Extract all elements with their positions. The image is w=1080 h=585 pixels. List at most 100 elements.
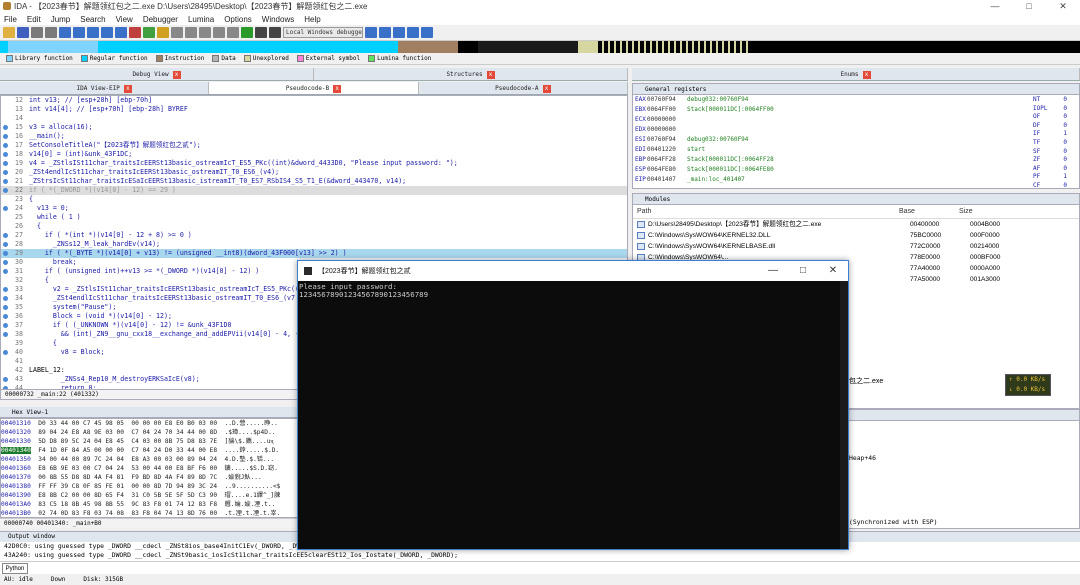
tab-ida-view-eip[interactable]: IDA View-EIP x	[0, 82, 210, 94]
code-line[interactable]: 24 v13 = 0;	[1, 204, 627, 213]
flag-row[interactable]: ZF 0	[1033, 156, 1067, 165]
breakpoint-dot-icon[interactable]	[3, 242, 8, 247]
flag-row[interactable]: DF 0	[1033, 122, 1067, 131]
breakpoint-dot-icon[interactable]	[3, 251, 8, 256]
tool-icon[interactable]	[129, 27, 141, 38]
tool-icon[interactable]	[407, 27, 419, 38]
breakpoint-dot-icon[interactable]	[3, 152, 8, 157]
debugger-select[interactable]: Local Windows debugger	[283, 27, 363, 38]
breakpoint-dot-icon[interactable]	[3, 260, 8, 265]
tool-icon[interactable]	[171, 27, 183, 38]
register-row[interactable]: EDX 00000000	[635, 125, 1079, 135]
col-base[interactable]: Base	[899, 205, 959, 218]
code-line[interactable]: 13 int v14[4]; // [esp+70h] [ebp-28h] BYR…	[1, 105, 627, 114]
breakpoint-dot-icon[interactable]	[3, 179, 8, 184]
console-maximize-button[interactable]: □	[788, 261, 818, 281]
registers-panel[interactable]: General registers EAX 00760F94 debug032:00…	[632, 83, 1080, 189]
console-output[interactable]: Please input password: 123456789012345678…	[298, 281, 848, 301]
minimize-button[interactable]: —	[978, 0, 1012, 13]
console-scrollbar[interactable]	[840, 281, 848, 549]
tool-icon[interactable]	[59, 27, 71, 38]
code-line[interactable]: 28 _ZNSs12_M_leak_hardEv(v14);	[1, 240, 627, 249]
code-line[interactable]: 25 while ( 1 )	[1, 213, 627, 222]
save-icon[interactable]	[17, 27, 29, 38]
tab-debug-view[interactable]: Debug View x	[0, 68, 314, 80]
menu-file[interactable]: File	[4, 15, 17, 24]
tool-icon[interactable]	[199, 27, 211, 38]
breakpoint-dot-icon[interactable]	[3, 170, 8, 175]
tab-pseudocode-a[interactable]: Pseudocode-A x	[419, 82, 628, 94]
code-line[interactable]: 17 SetConsoleTitleA("【2023春节】解题领红包之贰");	[1, 141, 627, 150]
breakpoint-dot-icon[interactable]	[3, 269, 8, 274]
breakpoint-dot-icon[interactable]	[3, 323, 8, 328]
flag-row[interactable]: NT 0	[1033, 96, 1067, 105]
maximize-button[interactable]: □	[1012, 0, 1046, 13]
close-icon[interactable]: x	[333, 85, 342, 93]
register-row[interactable]: EDI 00401220 start	[635, 145, 1079, 155]
close-icon[interactable]: x	[486, 71, 495, 79]
col-size[interactable]: Size	[959, 205, 1019, 218]
console-titlebar[interactable]: 【2023春节】解题领红包之贰 — □ ✕	[298, 261, 848, 281]
menu-search[interactable]: Search	[80, 15, 105, 24]
tool-icon[interactable]	[73, 27, 85, 38]
code-line[interactable]: 18 v14[0] = (int)&unk_43F1DC;	[1, 150, 627, 159]
tool-icon[interactable]	[421, 27, 433, 38]
menu-options[interactable]: Options	[224, 15, 252, 24]
tool-icon[interactable]	[227, 27, 239, 38]
menu-debugger[interactable]: Debugger	[143, 15, 178, 24]
register-row[interactable]: EAX 00760F94 debug032:00760F94	[635, 95, 1079, 105]
close-icon[interactable]: x	[862, 71, 871, 79]
tool-icon[interactable]	[157, 27, 169, 38]
step-out-icon[interactable]	[393, 27, 405, 38]
breakpoint-dot-icon[interactable]	[3, 296, 8, 301]
menu-lumina[interactable]: Lumina	[188, 15, 214, 24]
console-minimize-button[interactable]: —	[758, 261, 788, 281]
flag-row[interactable]: OF 0	[1033, 113, 1067, 122]
register-row[interactable]: ESP 0064FE80 Stack[000011DC]:0064FE80	[635, 165, 1079, 175]
tool-icon[interactable]	[87, 27, 99, 38]
breakpoint-dot-icon[interactable]	[3, 206, 8, 211]
flag-row[interactable]: AF 0	[1033, 165, 1067, 174]
menu-help[interactable]: Help	[304, 15, 320, 24]
close-button[interactable]: ✕	[1046, 0, 1080, 13]
breakpoint-dot-icon[interactable]	[3, 143, 8, 148]
code-line[interactable]: 21 _ZStrsIcSt11char_traitsIcESaIcEERSt13b…	[1, 177, 627, 186]
command-input[interactable]	[30, 563, 1080, 574]
code-line[interactable]: 19 v4 = _ZStlsISt11char_traitsIcEERSt13ba…	[1, 159, 627, 168]
close-icon[interactable]: x	[123, 85, 132, 93]
step-over-icon[interactable]	[379, 27, 391, 38]
module-row[interactable]: D:\Users\28495\Desktop\【2023春节】解题领红包之二.e…	[633, 219, 1079, 230]
tool-icon[interactable]	[143, 27, 155, 38]
col-path[interactable]: Path	[637, 205, 899, 218]
code-line[interactable]: 27 if ( *(int *)(v14[0] - 12 + 8) >= 0 )	[1, 231, 627, 240]
module-row[interactable]: C:\Windows\SysWOW64\KERNEL32.DLL 75BC0000…	[633, 230, 1079, 241]
tab-structures[interactable]: Structures x	[314, 68, 628, 80]
breakpoint-dot-icon[interactable]	[3, 305, 8, 310]
tab-pseudocode-b[interactable]: Pseudocode-B x	[209, 82, 419, 94]
step-into-icon[interactable]	[365, 27, 377, 38]
code-line[interactable]: 12 int v13; // [esp+28h] [ebp-70h]	[1, 96, 627, 105]
open-icon[interactable]	[3, 27, 15, 38]
menu-edit[interactable]: Edit	[27, 15, 41, 24]
pause-icon[interactable]	[255, 27, 267, 38]
menu-windows[interactable]: Windows	[262, 15, 294, 24]
register-row[interactable]: EBP 0064FF28 Stack[000011DC]:0064FF28	[635, 155, 1079, 165]
flag-row[interactable]: IF 1	[1033, 130, 1067, 139]
flag-row[interactable]: IOPL 0	[1033, 105, 1067, 114]
breakpoint-dot-icon[interactable]	[3, 314, 8, 319]
code-line[interactable]: 20 _ZSt4endlIcSt11char_traitsIcEERSt13bas…	[1, 168, 627, 177]
breakpoint-dot-icon[interactable]	[3, 377, 8, 382]
navigation-band[interactable]	[0, 41, 1080, 53]
close-icon[interactable]: x	[172, 71, 181, 79]
code-line[interactable]: 16 __main();	[1, 132, 627, 141]
code-line[interactable]: 15 v3 = alloca(16);	[1, 123, 627, 132]
flag-row[interactable]: SF 0	[1033, 148, 1067, 157]
menu-view[interactable]: View	[116, 15, 133, 24]
breakpoint-dot-icon[interactable]	[3, 350, 8, 355]
tool-icon[interactable]	[101, 27, 113, 38]
flag-row[interactable]: CF 0	[1033, 182, 1067, 188]
flag-row[interactable]: PF 1	[1033, 173, 1067, 182]
forward-icon[interactable]	[45, 27, 57, 38]
code-line[interactable]: 14	[1, 114, 627, 123]
tab-enums[interactable]: Enums x	[632, 68, 1080, 80]
